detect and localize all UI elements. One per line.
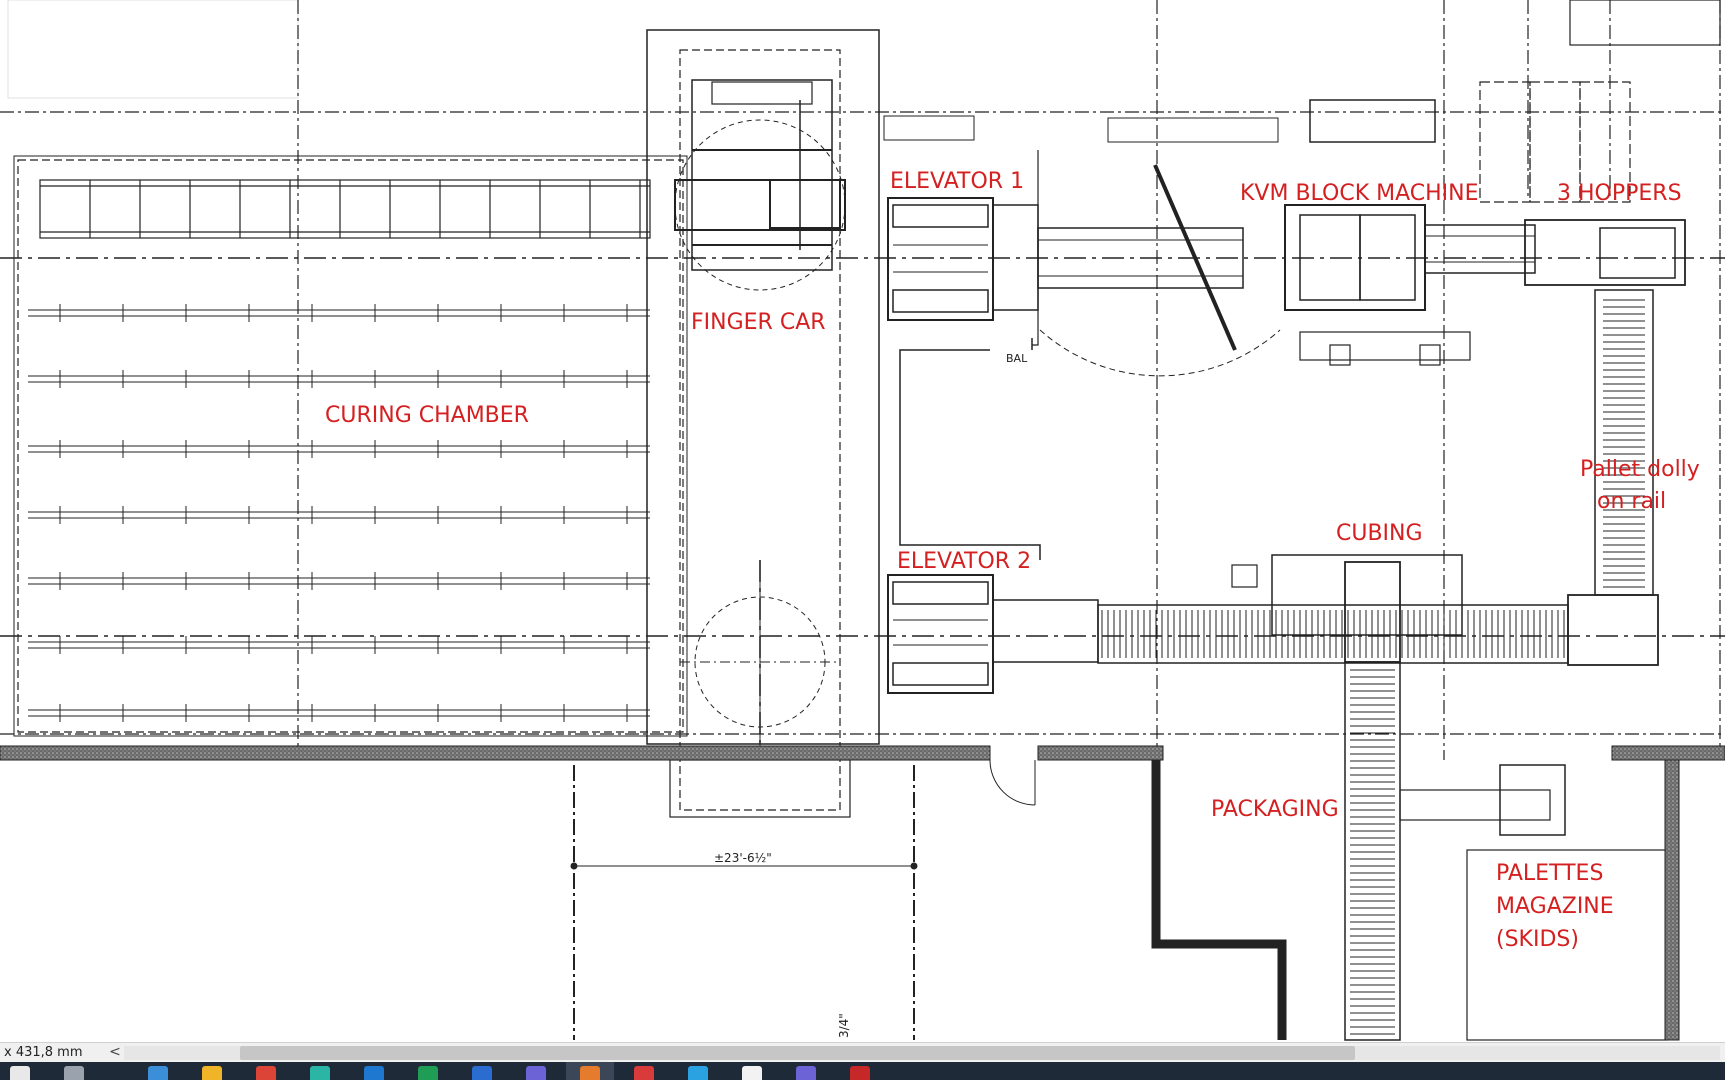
horizontal-scrollbar[interactable] xyxy=(124,1046,1720,1060)
chrome-icon[interactable] xyxy=(256,1066,276,1080)
status-scroll-bar: x 431,8 mm < xyxy=(0,1042,1725,1063)
dimension-line xyxy=(570,765,918,1040)
pallet-dolly-rail xyxy=(1594,289,1654,596)
camera-icon[interactable] xyxy=(742,1066,762,1080)
scroll-left-button[interactable]: < xyxy=(108,1043,122,1063)
kvm-block-machine xyxy=(1107,99,1536,366)
edge-icon[interactable] xyxy=(310,1066,330,1080)
label-cubing: CUBING xyxy=(1336,521,1423,546)
cad-app-icon[interactable] xyxy=(580,1066,600,1080)
label-kvm-block-machine: KVM BLOCK MACHINE xyxy=(1240,181,1479,206)
outlook-icon[interactable] xyxy=(364,1066,384,1080)
label-palettes-1: PALETTES xyxy=(1496,861,1603,886)
label-curing-chamber: CURING CHAMBER xyxy=(325,403,529,428)
grid-lines xyxy=(0,0,1725,760)
task-view-icon[interactable] xyxy=(64,1066,84,1080)
label-pallet-dolly-2: on rail xyxy=(1597,489,1666,514)
label-pallet-dolly-1: Pallet dolly xyxy=(1580,457,1700,482)
bal-annotation: BAL xyxy=(1006,352,1028,365)
teams-icon[interactable] xyxy=(526,1066,546,1080)
three-hoppers xyxy=(1479,0,1721,286)
label-elevator-2: ELEVATOR 2 xyxy=(897,549,1031,574)
excel-icon[interactable] xyxy=(418,1066,438,1080)
label-finger-car: FINGER CAR xyxy=(691,310,826,335)
bottom-conveyor xyxy=(1097,554,1659,666)
margin-mark: 3/4" xyxy=(837,1013,851,1038)
telegram-icon[interactable] xyxy=(688,1066,708,1080)
red-app-icon[interactable] xyxy=(634,1066,654,1080)
folder-icon[interactable] xyxy=(202,1066,222,1080)
curing-chamber xyxy=(13,155,688,737)
label-palettes-2: MAGAZINE xyxy=(1496,894,1614,919)
label-elevator-1: ELEVATOR 1 xyxy=(890,169,1024,194)
word-icon[interactable] xyxy=(472,1066,492,1080)
label-palettes-3: (SKIDS) xyxy=(1496,927,1579,952)
teams-alt-icon[interactable] xyxy=(796,1066,816,1080)
coordinate-readout: x 431,8 mm xyxy=(4,1045,83,1060)
label-three-hoppers: 3 HOPPERS xyxy=(1557,181,1682,206)
label-packaging: PACKAGING xyxy=(1211,797,1339,822)
search-icon[interactable] xyxy=(10,1066,30,1080)
windows-taskbar xyxy=(0,1062,1725,1080)
file-explorer-icon[interactable] xyxy=(148,1066,168,1080)
scrollbar-thumb[interactable] xyxy=(240,1046,1355,1060)
cad-drawing-canvas[interactable]: BAL ±23'-6½" 3/4" CURING CHAMBER FINGER … xyxy=(0,0,1725,1042)
pdf-icon[interactable] xyxy=(850,1066,870,1080)
finger-car xyxy=(646,29,880,818)
packaging-conveyor xyxy=(1344,661,1566,1041)
elevator-1 xyxy=(883,115,1039,346)
elevator-corridor xyxy=(899,338,1041,560)
dimension-text: ±23'-6½" xyxy=(714,851,772,865)
elevator-2 xyxy=(887,574,1099,694)
